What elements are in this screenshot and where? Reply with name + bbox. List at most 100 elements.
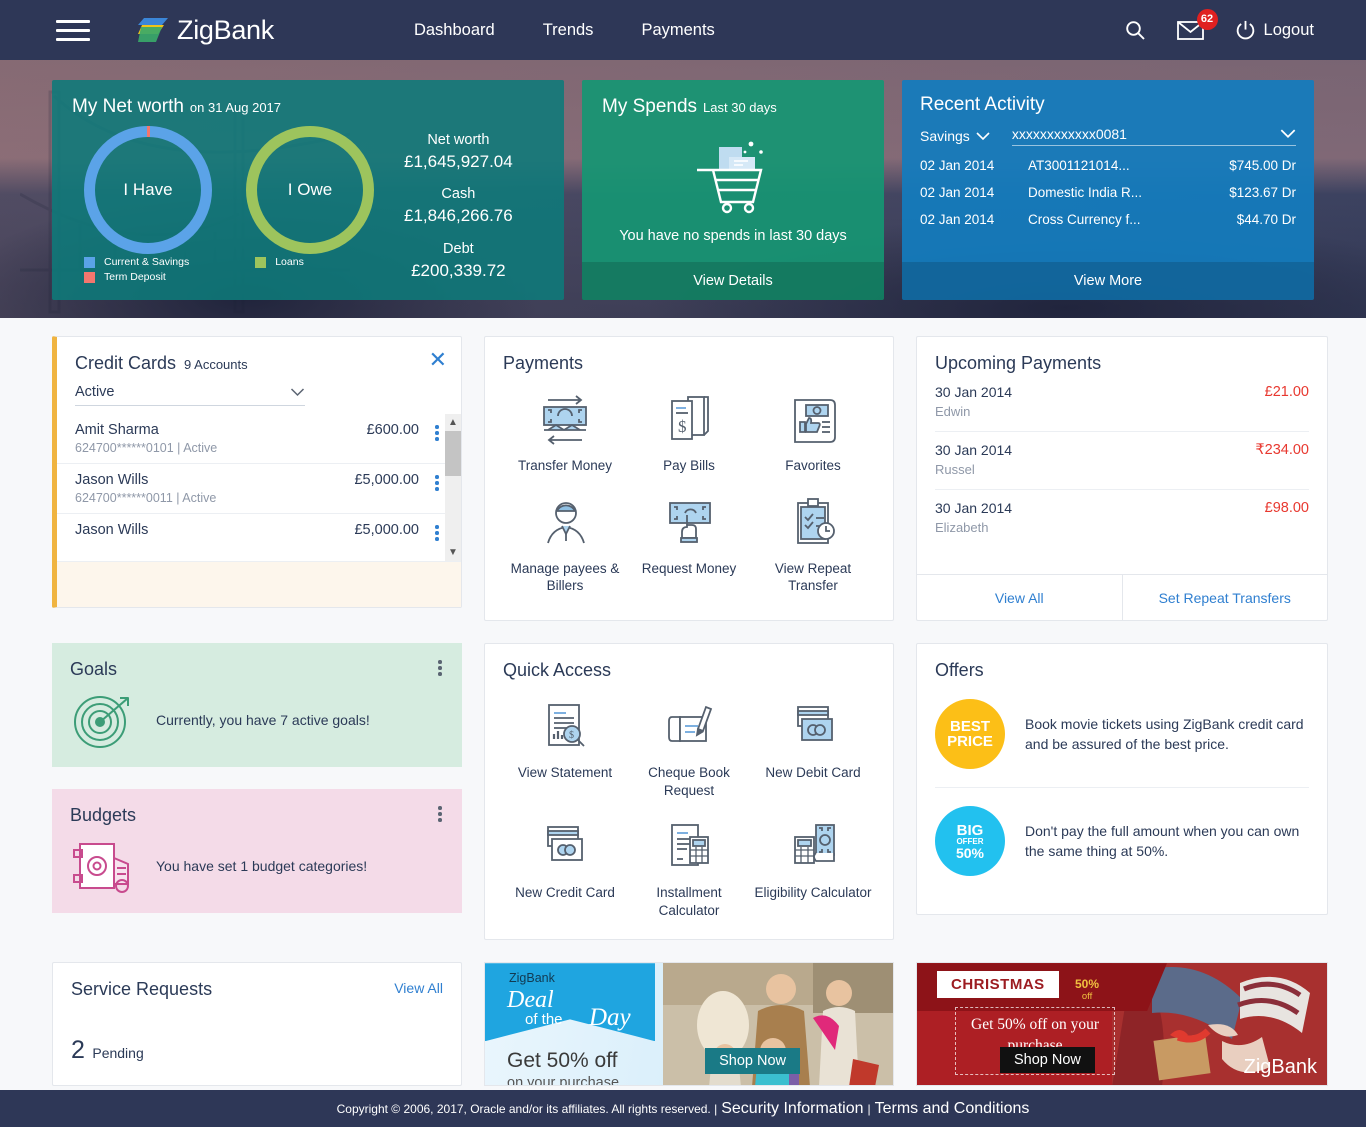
credit-card-row[interactable]: Amit Sharma 624700******0101 | Active £6…: [57, 414, 445, 464]
main-nav: Dashboard Trends Payments: [414, 21, 715, 40]
quick-access-item-label: New Debit Card: [765, 765, 861, 780]
close-icon[interactable]: ✕: [429, 349, 447, 371]
offer-item[interactable]: BEST PRICE Book movie tickets using ZigB…: [935, 681, 1309, 787]
credit-cards-title: Credit Cards: [75, 353, 177, 373]
credit-card-menu-icon[interactable]: [429, 422, 445, 455]
legend-label: Term Deposit: [104, 271, 166, 283]
quick-access-item-installment-calculator[interactable]: Installment Calculator: [627, 815, 751, 923]
offer-badge-line1: BIG: [956, 821, 984, 839]
footer-security-link[interactable]: Security Information: [721, 1100, 863, 1118]
credit-cards-footer: [57, 561, 461, 607]
deal-shop-now-button[interactable]: Shop Now: [705, 1048, 800, 1075]
budgets-panel: Budgets You have set 1 budget categories…: [52, 789, 462, 913]
activity-amount: $745.00 Dr: [1229, 158, 1296, 173]
hamburger-menu-icon[interactable]: [56, 14, 90, 47]
installment-calculator-icon: [671, 824, 709, 866]
scroll-down-icon[interactable]: ▼: [448, 544, 458, 561]
scroll-up-icon[interactable]: ▲: [448, 414, 458, 431]
credit-cards-panel: ✕ Credit Cards 9 Accounts Active Amit Sh…: [52, 336, 462, 608]
credit-card-row[interactable]: Jason Wills £5,000.00: [57, 514, 445, 549]
goals-menu-icon[interactable]: [432, 657, 448, 676]
payments-item-request-money[interactable]: Request Money: [627, 491, 751, 599]
net-worth-asof: on 31 Aug 2017: [189, 100, 282, 115]
figure-label: Cash: [441, 186, 476, 203]
nav-trends[interactable]: Trends: [543, 21, 594, 40]
quick-access-item-view-statement[interactable]: $ View Statement: [503, 695, 627, 803]
search-icon[interactable]: [1123, 18, 1147, 42]
logout-button[interactable]: Logout: [1234, 19, 1314, 42]
nav-dashboard[interactable]: Dashboard: [414, 21, 495, 40]
service-requests-panel: Service Requests View All 2 Pending: [52, 962, 462, 1087]
account-type-value: Savings: [920, 128, 970, 144]
figure-label: Debt: [443, 240, 474, 257]
credit-cards-scrollbar[interactable]: ▲ ▼: [445, 414, 461, 561]
deal-sub: on your purchase: [507, 1075, 620, 1087]
recent-activity-view-more-button[interactable]: View More: [902, 262, 1314, 300]
account-number-dropdown[interactable]: xxxxxxxxxxxx0081: [1011, 126, 1296, 146]
deal-brand: ZigBank: [509, 971, 555, 986]
service-requests-title: Service Requests: [71, 979, 213, 1000]
upcoming-payment-row[interactable]: 30 Jan 2014 Edwin £21.00: [935, 374, 1309, 432]
payments-item-repeat-transfer[interactable]: View Repeat Transfer: [751, 491, 875, 599]
offer-text: Don't pay the full amount when you can o…: [1025, 822, 1300, 859]
credit-cards-count: 9 Accounts: [184, 357, 248, 372]
mail-icon[interactable]: 62: [1176, 8, 1218, 41]
payments-title: Payments: [503, 353, 584, 373]
christmas-banner[interactable]: CHRISTMAS 50% off Get 50% off on your pu…: [916, 962, 1328, 1087]
payments-item-label: Request Money: [641, 560, 737, 576]
deal-line2: of the: [525, 1011, 563, 1029]
payments-item-transfer-money[interactable]: Transfer Money: [503, 388, 627, 479]
power-icon: [1236, 20, 1254, 39]
credit-card-menu-icon[interactable]: [429, 472, 445, 505]
manage-payees-icon: [547, 501, 585, 543]
scrollbar-thumb[interactable]: [445, 431, 461, 476]
logout-label: Logout: [1263, 20, 1314, 39]
set-repeat-transfers-button[interactable]: Set Repeat Transfers: [1121, 575, 1328, 620]
upcoming-payment-row[interactable]: 30 Jan 2014 Elizabeth £98.00: [935, 490, 1309, 547]
offer-item[interactable]: BIG OFFER 50% Don't pay the full amount …: [935, 787, 1309, 894]
activity-desc: Domestic India R...: [1028, 185, 1143, 200]
credit-card-menu-icon[interactable]: [429, 522, 445, 541]
big-offer-badge-icon: BIG OFFER 50%: [935, 806, 1005, 876]
payments-item-favorites[interactable]: Favorites: [751, 388, 875, 479]
favorites-icon: [794, 399, 836, 443]
service-requests-view-all-button[interactable]: View All: [394, 980, 443, 996]
xmas-tag: CHRISTMAS: [937, 971, 1059, 999]
quick-access-item-cheque-book[interactable]: Cheque Book Request: [627, 695, 751, 803]
nav-payments[interactable]: Payments: [641, 21, 714, 40]
upcoming-view-all-button[interactable]: View All: [917, 575, 1122, 620]
repeat-transfer-icon: [797, 497, 835, 544]
credit-card-row[interactable]: Jason Wills 624700******0011 | Active £5…: [57, 464, 445, 514]
quick-access-item-new-credit-card[interactable]: New Credit Card: [503, 815, 627, 923]
quick-access-item-new-debit-card[interactable]: New Debit Card: [751, 695, 875, 803]
spends-view-details-button[interactable]: View Details: [582, 262, 884, 300]
request-money-icon: [669, 501, 711, 543]
deal-of-the-day-banner[interactable]: ZigBank Deal of the Day Get 50% off on y…: [484, 962, 894, 1087]
legend-swatch-term-deposit: [84, 271, 95, 283]
quick-access-title: Quick Access: [503, 660, 612, 680]
figure-label: Net worth: [427, 132, 490, 148]
upcoming-payment-row[interactable]: 30 Jan 2014 Russel ₹234.00: [935, 432, 1309, 490]
budgets-title: Budgets: [70, 805, 137, 825]
payments-item-manage-payees[interactable]: Manage payees & Billers: [503, 491, 627, 599]
quick-access-item-eligibility-calculator[interactable]: Eligibility Calculator: [751, 815, 875, 923]
upcoming-payments-panel: Upcoming Payments 30 Jan 2014 Edwin £21.…: [916, 336, 1328, 621]
mail-badge: 62: [1196, 8, 1218, 30]
credit-card-number: 624700******0101 | Active: [75, 441, 218, 455]
eligibility-calculator-icon: [794, 824, 835, 864]
brand-logo[interactable]: ZigBank: [138, 15, 274, 46]
budgets-menu-icon[interactable]: [432, 803, 448, 822]
my-spends-card: My Spends Last 30 days You have no spend…: [582, 80, 884, 300]
xmas-shop-now-button[interactable]: Shop Now: [1000, 1047, 1095, 1074]
donut-i-owe-label: I Owe: [287, 180, 333, 199]
account-type-dropdown[interactable]: Savings: [920, 128, 990, 144]
footer-terms-link[interactable]: Terms and Conditions: [875, 1100, 1030, 1118]
upcoming-payment-date: 30 Jan 2014: [935, 384, 1013, 400]
activity-row[interactable]: 02 Jan 2014 AT3001121014... $745.00 Dr: [920, 152, 1296, 179]
credit-cards-filter-dropdown[interactable]: Active: [75, 384, 305, 406]
activity-row[interactable]: 02 Jan 2014 Cross Currency f... $44.70 D…: [920, 206, 1296, 233]
payments-item-label: View Repeat Transfer: [774, 560, 852, 594]
credit-card-amount: £5,000.00: [354, 472, 419, 488]
payments-item-pay-bills[interactable]: $ Pay Bills: [627, 388, 751, 479]
activity-row[interactable]: 02 Jan 2014 Domestic India R... $123.67 …: [920, 179, 1296, 206]
